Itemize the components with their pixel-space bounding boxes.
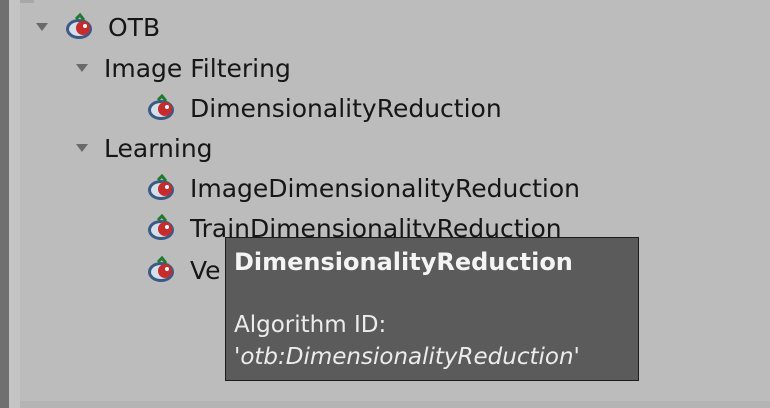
tree-item-dimensionality-reduction[interactable]: DimensionalityReduction xyxy=(146,88,502,128)
tooltip-title: DimensionalityReduction xyxy=(234,248,573,276)
left-panel-border xyxy=(0,0,9,408)
expand-arrow-icon[interactable] xyxy=(76,64,88,72)
otb-algorithm-icon xyxy=(148,214,174,240)
expand-arrow-icon[interactable] xyxy=(76,144,88,152)
otb-algorithm-icon xyxy=(66,13,92,39)
tree-group-label: Image Filtering xyxy=(104,53,291,83)
tree-node-otb[interactable]: OTB xyxy=(36,7,160,47)
tree-item-label: Ve xyxy=(190,255,221,285)
tree-group-learning[interactable]: Learning xyxy=(76,128,213,168)
tree-group-label: Learning xyxy=(104,133,213,163)
tree-item-ve[interactable]: Ve xyxy=(146,250,221,290)
expand-arrow-icon[interactable] xyxy=(36,23,48,31)
tree-item-image-dimensionality-reduction[interactable]: ImageDimensionalityReduction xyxy=(146,168,580,208)
tree-item-label: DimensionalityReduction xyxy=(190,93,502,123)
otb-algorithm-icon xyxy=(148,256,174,282)
tree-node-label: OTB xyxy=(108,12,161,42)
tooltip-algorithm-id: otb:DimensionalityReduction xyxy=(240,344,574,370)
tree-item-label: ImageDimensionalityReduction xyxy=(190,173,580,203)
tooltip-id-label: Algorithm ID: xyxy=(234,312,387,338)
otb-algorithm-icon xyxy=(148,94,174,120)
algorithm-tooltip: DimensionalityReduction Algorithm ID: 'o… xyxy=(225,237,639,381)
tree-bottom-edge xyxy=(20,401,770,408)
tree-group-image-filtering[interactable]: Image Filtering xyxy=(76,48,291,88)
left-panel-edge xyxy=(9,0,20,408)
tooltip-quote-close: ' xyxy=(573,344,580,370)
tooltip-id-value: 'otb:DimensionalityReduction' xyxy=(234,344,580,370)
otb-algorithm-icon xyxy=(148,174,174,200)
scrolled-row-remnant xyxy=(20,0,34,3)
